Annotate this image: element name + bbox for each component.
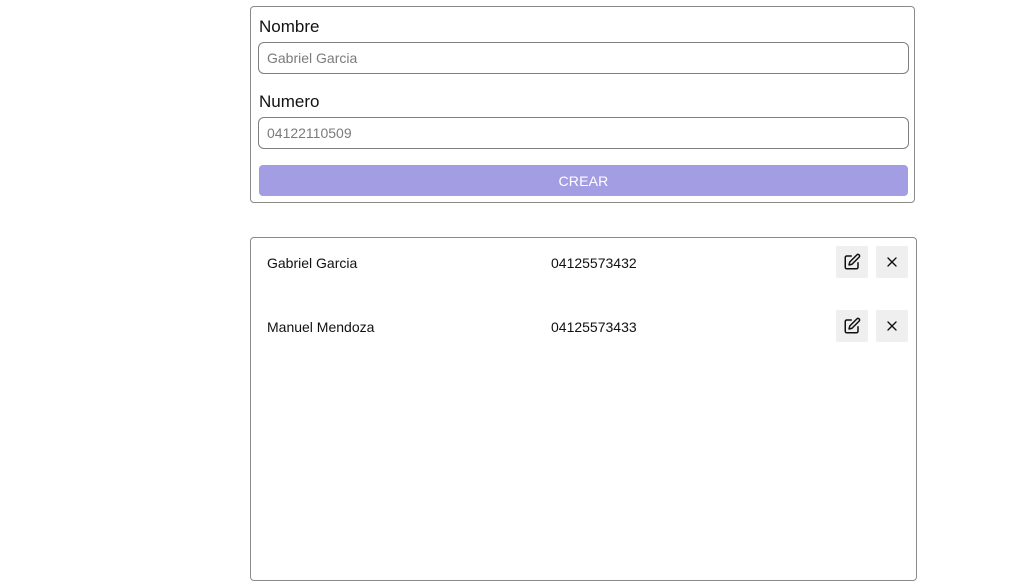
edit-contact-button[interactable] [836, 310, 868, 342]
nombre-label: Nombre [259, 17, 320, 36]
edit-icon [843, 253, 861, 271]
create-button[interactable]: CREAR [259, 165, 908, 196]
contact-name: Gabriel Garcia [267, 255, 358, 271]
nombre-input[interactable] [258, 42, 909, 74]
edit-contact-button[interactable] [836, 246, 868, 278]
contact-number: 04125573433 [551, 319, 637, 335]
delete-contact-button[interactable] [876, 310, 908, 342]
numero-input[interactable] [258, 117, 909, 149]
edit-icon [843, 317, 861, 335]
contacts-list: Gabriel Garcia 04125573432 Manuel Mendoz… [250, 237, 917, 581]
delete-contact-button[interactable] [876, 246, 908, 278]
close-icon [884, 254, 900, 270]
numero-label: Numero [259, 92, 320, 111]
contact-form: Nombre Numero CREAR [250, 6, 915, 203]
contact-name: Manuel Mendoza [267, 319, 375, 335]
close-icon [884, 318, 900, 334]
contact-row: Manuel Mendoza 04125573433 [251, 310, 916, 342]
contact-row: Gabriel Garcia 04125573432 [251, 246, 916, 278]
contact-number: 04125573432 [551, 255, 637, 271]
